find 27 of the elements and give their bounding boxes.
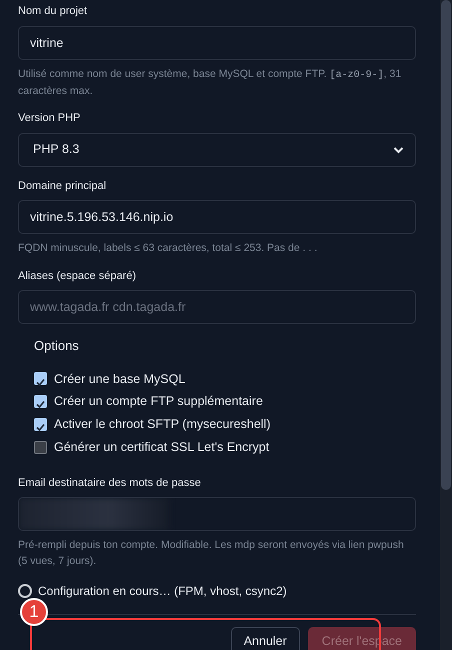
input-field[interactable]: vitrine.5.196.53.146.nip.io [18,200,416,234]
field-label: Nom du projet [18,4,88,19]
checkbox-label: Générer un certificat SSL Let's Encrypt [54,438,270,456]
field-label: Domaine principal [18,178,108,194]
checkbox-label: Créer un compte FTP supplémentaire [54,393,263,410]
chevron-down-icon [393,146,404,154]
select-field[interactable]: PHP 8.3 [18,132,416,167]
input-field[interactable]: www.tagada.fr cdn.tagada.fr [18,290,416,324]
options-heading: Options [34,337,80,356]
input-field[interactable]: vitrine [18,26,416,60]
checkbox-label: Créer une base MySQL [54,370,186,388]
help-text: FQDN minuscule, labels ≤ 63 caractères, total ≤ 253. Pas de . . . [18,241,318,256]
checkbox-label: Activer le chroot SFTP (mysecureshell) [54,416,270,434]
checkbox[interactable] [34,440,47,454]
checkbox[interactable] [34,418,47,431]
cancel-button[interactable]: Annuler [230,626,300,650]
checkbox[interactable] [34,395,47,408]
help-text: Utilisé comme nom de user système, base MySQL et compte FTP. [a-z0-9-], 31 caractères max. [18,66,402,99]
scrollbar-thumb[interactable] [441,0,451,490]
help-text: Pré-rempli depuis ton compte. Modifiable. Les mdp seront envoyés via lien pwpush (5 vues, 7 jours). [18,538,405,570]
status-text: Configuration en cours… (FPM, vhost, csync2) [38,582,287,600]
checkbox[interactable] [34,372,47,386]
email-field[interactable] [18,497,416,532]
field-label: Version PHP [18,111,82,126]
field-label: Aliases (espace séparé) [18,268,138,284]
annotation-badge: 1 [20,598,48,626]
field-label: Email destinataire des mots de passe [18,476,202,491]
